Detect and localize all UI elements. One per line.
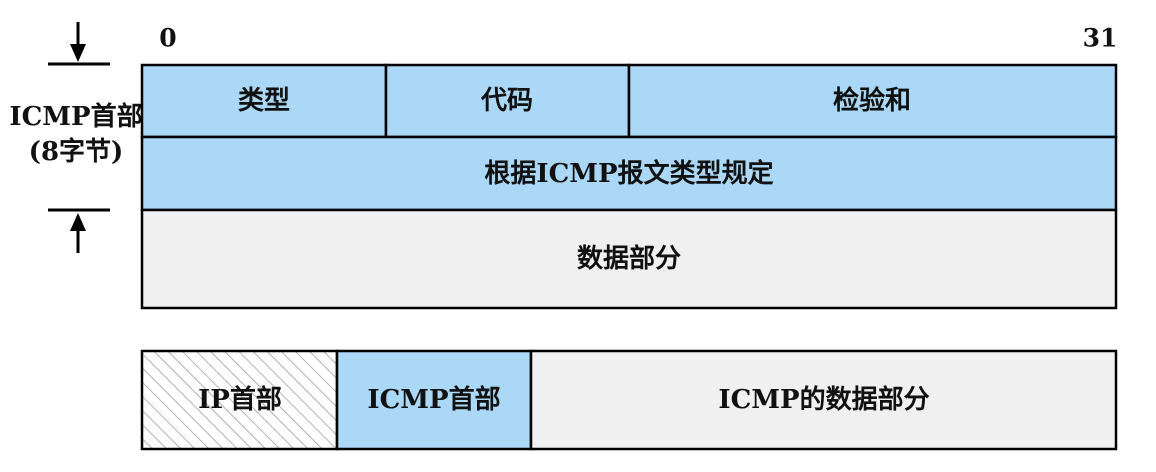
code-field-label: 代码 — [480, 86, 533, 116]
icmp-format-diagram: 0 31 ICMP首部 (8字节) 类型 代码 检验和 根据ICMP报文类型规定… — [9, 22, 1118, 451]
up-arrow-icon — [70, 213, 86, 231]
bit-label-end: 31 — [1083, 24, 1118, 53]
icmp-data-segment-label: ICMP的数据部分 — [718, 384, 929, 415]
ip-packet-box: IP首部 ICMP首部 ICMP的数据部分 — [140, 349, 1118, 451]
down-arrow-icon — [70, 44, 86, 62]
data-field-label: 数据部分 — [577, 244, 681, 274]
icmp-header-box: 类型 代码 检验和 根据ICMP报文类型规定 数据部分 — [140, 63, 1118, 310]
ip-header-segment-label: IP首部 — [198, 384, 282, 415]
checksum-field-label: 检验和 — [833, 85, 911, 116]
type-field-label: 类型 — [238, 86, 290, 116]
icmp-header-segment-label: ICMP首部 — [367, 384, 500, 415]
bit-label-start: 0 — [159, 24, 176, 53]
header-size-label: ICMP首部 — [9, 101, 142, 132]
header-size-bytes: (8字节) — [29, 136, 124, 167]
type-dependent-field-label: 根据ICMP报文类型规定 — [484, 158, 773, 189]
